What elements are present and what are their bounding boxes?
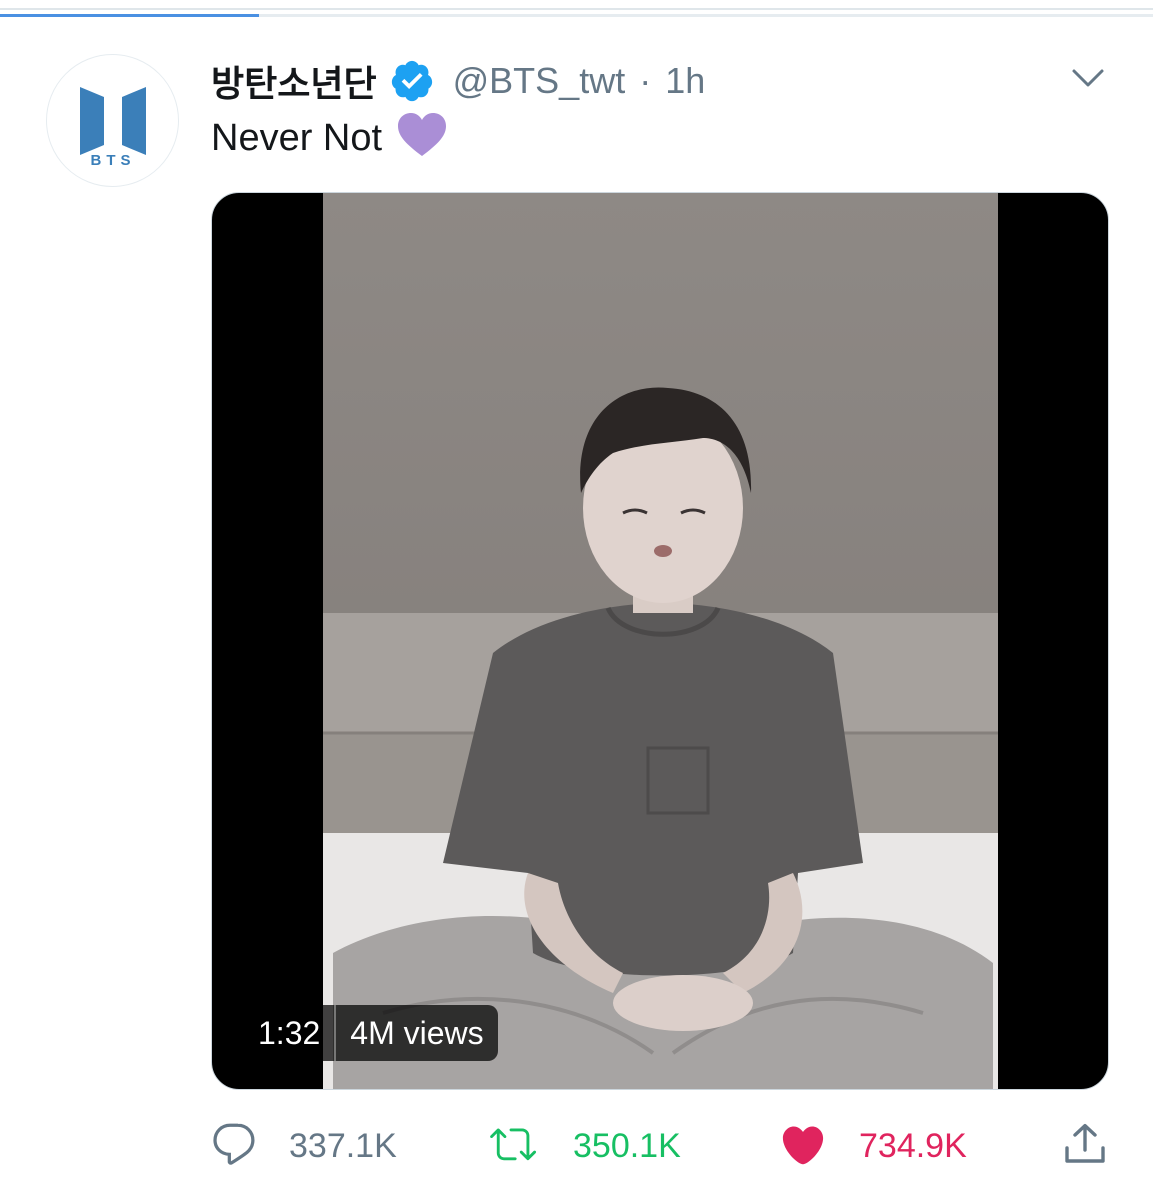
retweet-icon xyxy=(489,1121,541,1172)
reply-count: 337.1K xyxy=(289,1126,397,1165)
reply-icon xyxy=(211,1121,257,1172)
more-options-chevron-down-icon[interactable] xyxy=(1068,60,1108,96)
share-icon xyxy=(1061,1120,1109,1173)
bts-logo-icon: BTS xyxy=(79,86,146,167)
display-name[interactable]: 방탄소년단 xyxy=(211,55,377,107)
share-button[interactable] xyxy=(1061,1118,1109,1174)
video-views: 4M views xyxy=(350,1014,484,1051)
loading-progress-bar xyxy=(0,14,1153,17)
user-handle[interactable]: @BTS_twt xyxy=(453,60,626,102)
avatar[interactable]: BTS xyxy=(46,54,179,187)
video-duration: 1:32 xyxy=(258,1014,321,1051)
tweet-text-content: Never Not xyxy=(211,116,383,159)
separator-dot: · xyxy=(639,60,652,101)
verified-badge-icon xyxy=(389,58,435,109)
like-button[interactable]: 734.9K xyxy=(779,1118,967,1174)
video-frame xyxy=(323,193,998,1089)
loading-progress-fill xyxy=(0,14,260,17)
video-player[interactable]: 1:32 4M views xyxy=(211,192,1109,1090)
retweet-count: 350.1K xyxy=(573,1126,681,1165)
video-thumbnail-illustration xyxy=(323,193,998,1089)
tweet-text: Never Not xyxy=(211,112,448,164)
top-divider xyxy=(0,8,1153,10)
avatar-logo-text: BTS xyxy=(90,152,135,167)
like-count: 734.9K xyxy=(859,1126,967,1165)
timestamp[interactable]: 1h xyxy=(665,60,705,102)
tweet-actions: 337.1K 350.1K 734.9K xyxy=(211,1118,1109,1174)
tweet-header: 방탄소년단 @BTS_twt · 1h xyxy=(211,56,705,106)
purple-heart-emoji-icon xyxy=(396,112,448,168)
heart-icon xyxy=(779,1121,827,1172)
reply-button[interactable]: 337.1K xyxy=(211,1118,397,1174)
retweet-button[interactable]: 350.1K xyxy=(489,1118,681,1174)
video-info-badge: 1:32 4M views xyxy=(244,1005,498,1061)
